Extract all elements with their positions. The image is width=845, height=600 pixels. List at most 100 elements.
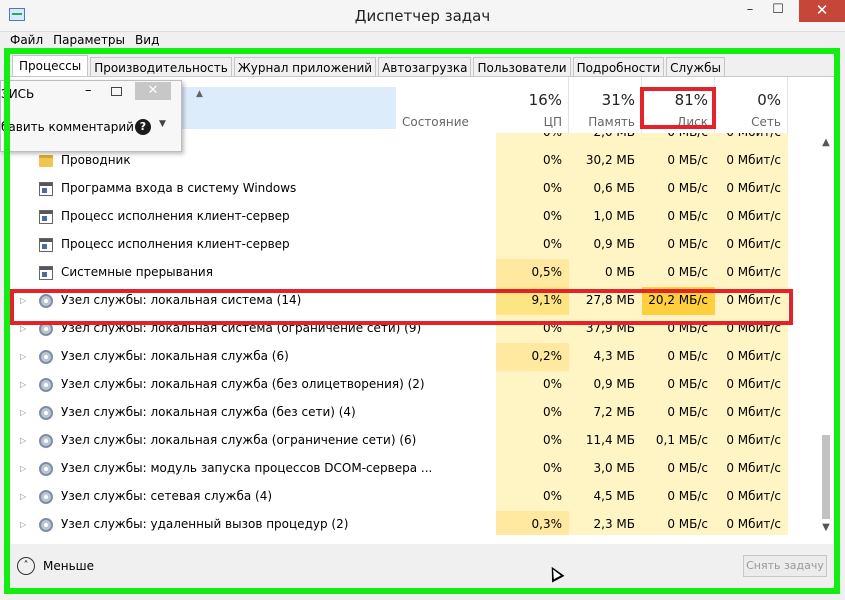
process-name: Процесс исполнения клиент-сервер (61, 237, 290, 251)
process-network: 0 Мбит/с (715, 259, 788, 287)
expand-arrow-icon[interactable]: ▷ (20, 511, 26, 535)
overlay-add-comment[interactable]: бавить комментарий (1, 120, 134, 134)
expand-arrow-icon[interactable]: ▷ (20, 483, 26, 510)
overlay-window: ЗИСЬ – ✕ бавить комментарий ? ▼ (0, 80, 182, 152)
process-memory: 30,2 МБ (569, 147, 642, 175)
process-row[interactable]: ▷ Узел службы: сетевая служба (4) 0% 4,5 МБ… (10, 483, 818, 511)
process-cpu: 0% (496, 427, 569, 455)
process-row[interactable]: ▷ Узел службы: удаленный вызов процедур (… (10, 511, 818, 535)
tab-services[interactable]: Службы (666, 57, 726, 77)
process-row[interactable]: Процесс исполнения клиент-сервер 0% 1,0 МБ… (10, 203, 818, 231)
menu-options[interactable]: Параметры (53, 33, 125, 47)
vertical-scrollbar[interactable]: ▲ ▼ (818, 133, 834, 535)
process-disk: 0 МБ/с (642, 455, 715, 483)
gear-icon (39, 378, 53, 392)
process-row[interactable]: ▷ Узел службы: локальная служба (без сети… (10, 399, 818, 427)
status-column-header[interactable]: Состояние (402, 115, 469, 129)
memory-column-header[interactable]: 31% Память (569, 77, 642, 133)
overlay-minimize-button[interactable]: – (85, 83, 92, 98)
process-disk: 0 МБ/с (642, 399, 715, 427)
network-column-header[interactable]: 0% Сеть (715, 77, 788, 133)
process-network: 0 Мбит/с (715, 371, 788, 399)
help-icon[interactable]: ? (135, 119, 151, 135)
network-label: Сеть (751, 115, 781, 129)
process-row[interactable]: ▷ Узел службы: модуль запуска процессов D… (10, 455, 818, 483)
process-row[interactable]: ▷ Узел службы: локальная система (14) 9,1%… (10, 287, 818, 315)
window-icon (39, 182, 53, 196)
process-name: Программа входа в систему Windows (61, 181, 297, 195)
process-disk: 0 МБ/с (642, 371, 715, 399)
scroll-thumb[interactable] (822, 435, 830, 519)
scroll-down-icon[interactable]: ▼ (818, 522, 834, 533)
process-row[interactable]: ▷ Узел службы: локальная служба (без олиц… (10, 371, 818, 399)
process-disk: 0 МБ/с (642, 133, 715, 147)
disk-column-header[interactable]: 81% Диск (642, 77, 715, 133)
process-network: 0 Мбит/с (715, 483, 788, 511)
process-name: Процесс исполнения клиент-сервер (61, 209, 290, 223)
tab-processes[interactable]: Процессы (12, 55, 89, 77)
process-name: Узел службы: удаленный вызов процедур (2… (61, 517, 349, 531)
window-icon (39, 238, 53, 252)
expand-arrow-icon[interactable]: ▷ (20, 427, 26, 454)
minimize-button[interactable]: – (736, 0, 764, 22)
process-cpu: 0% (496, 399, 569, 427)
chevron-up-icon[interactable]: ˄ (17, 557, 35, 575)
process-row[interactable]: ▷ Узел службы: локальная система (огранич… (10, 315, 818, 343)
menu-view[interactable]: Вид (135, 33, 159, 47)
process-memory: 11,4 МБ (569, 427, 642, 455)
process-cpu: 9,1% (496, 287, 569, 315)
tab-app-history[interactable]: Журнал приложений (233, 57, 377, 77)
process-row[interactable]: Процесс исполнения клиент-сервер 0% 0,9 МБ… (10, 231, 818, 259)
disk-label: Диск (676, 115, 708, 129)
process-cpu: 0% (496, 455, 569, 483)
gear-icon (39, 294, 53, 308)
scroll-up-icon[interactable]: ▲ (818, 137, 834, 148)
process-memory: 0 МБ (569, 259, 642, 287)
overlay-maximize-button[interactable] (111, 87, 122, 96)
gear-icon (39, 490, 53, 504)
tab-strip: Процессы Производительность Журнал прило… (12, 55, 727, 77)
process-network: 0 Мбит/с (715, 203, 788, 231)
fewer-details-link[interactable]: Меньше (43, 559, 94, 573)
process-disk: 0,1 МБ/с (642, 427, 715, 455)
menu-file[interactable]: Файл (10, 33, 43, 47)
process-network: 0 Мбит/с (715, 147, 788, 175)
process-row[interactable]: Системные прерывания 0,5% 0 МБ 0 МБ/с 0 Мбит… (10, 259, 818, 287)
name-column-header[interactable]: ▲ (178, 87, 396, 129)
tab-performance[interactable]: Производительность (90, 57, 232, 77)
expand-arrow-icon[interactable]: ▷ (20, 287, 26, 314)
gear-icon (39, 322, 53, 336)
network-total: 0% (757, 91, 781, 109)
cpu-column-header[interactable]: 16% ЦП (496, 77, 569, 133)
tab-startup[interactable]: Автозагрузка (378, 57, 472, 77)
process-disk: 0 МБ/с (642, 203, 715, 231)
expand-arrow-icon[interactable]: ▷ (20, 399, 26, 426)
expand-arrow-icon[interactable]: ▷ (20, 343, 26, 370)
process-network: 0 Мбит/с (715, 287, 788, 315)
process-cpu: 0% (496, 483, 569, 511)
tab-users[interactable]: Пользователи (473, 57, 571, 77)
chevron-down-icon[interactable]: ▼ (159, 119, 166, 129)
maximize-button[interactable]: ☐ (764, 0, 792, 22)
memory-label: Память (588, 115, 635, 129)
process-network: 0 Мбит/с (715, 511, 788, 535)
close-button[interactable]: ✕ (799, 0, 845, 22)
process-network: 0 Мбит/с (715, 399, 788, 427)
process-cpu: 0% (496, 371, 569, 399)
expand-arrow-icon[interactable]: ▷ (20, 371, 26, 398)
process-disk: 0 МБ/с (642, 483, 715, 511)
expand-arrow-icon[interactable]: ▷ (20, 455, 26, 482)
process-memory: 0,9 МБ (569, 231, 642, 259)
process-memory: 3,0 МБ (569, 455, 642, 483)
expand-arrow-icon[interactable]: ▷ (20, 315, 26, 342)
overlay-close-button[interactable]: ✕ (135, 82, 171, 100)
process-cpu: 0,5% (496, 259, 569, 287)
process-row[interactable]: Программа входа в систему Windows 0% 0,6 М… (10, 175, 818, 203)
end-task-button[interactable]: Снять задачу (743, 555, 827, 577)
tab-details[interactable]: Подробности (572, 57, 665, 77)
process-disk: 0 МБ/с (642, 315, 715, 343)
process-row[interactable]: ▷ Узел службы: локальная служба (ограниче… (10, 427, 818, 455)
gear-icon (39, 406, 53, 420)
footer-bar: ˄ Меньше Снять задачу (10, 551, 834, 583)
process-row[interactable]: ▷ Узел службы: локальная служба (6) 0,2% 4,… (10, 343, 818, 371)
